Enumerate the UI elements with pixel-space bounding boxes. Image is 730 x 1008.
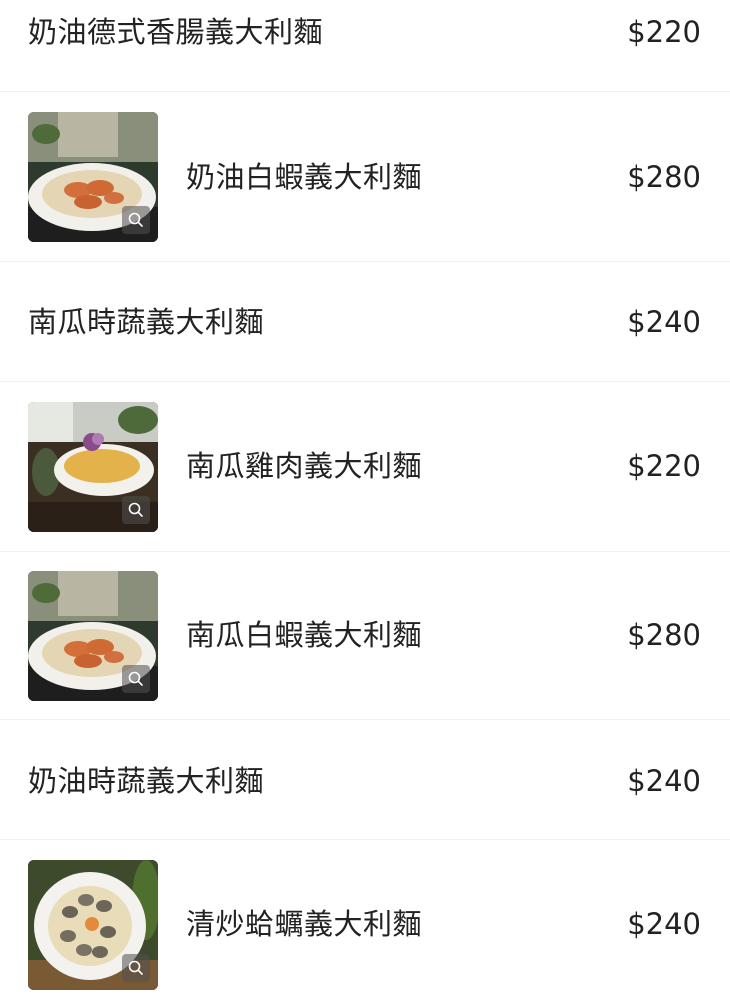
- menu-item-name: 南瓜時蔬義大利麵: [28, 305, 265, 339]
- dish-photo-pumpkin-chicken-pasta[interactable]: [28, 402, 158, 532]
- dish-photo-pumpkin-shrimp-pasta[interactable]: [28, 571, 158, 701]
- menu-item[interactable]: 奶油白蝦義大利麵 $280: [0, 92, 730, 262]
- menu-item-price: $240: [627, 764, 701, 798]
- menu-item-price: $240: [627, 305, 701, 339]
- menu-list: 奶油德式香腸義大利麵 $220 奶油白蝦義大利麵 $280 南瓜時蔬義大利麵 $…: [0, 0, 730, 1008]
- menu-item-name: 奶油白蝦義大利麵: [186, 160, 423, 194]
- zoom-icon[interactable]: [122, 954, 150, 982]
- zoom-icon[interactable]: [122, 496, 150, 524]
- dish-photo-clam-pasta[interactable]: [28, 860, 158, 990]
- zoom-icon[interactable]: [122, 206, 150, 234]
- zoom-icon[interactable]: [122, 665, 150, 693]
- menu-item-name: 南瓜雞肉義大利麵: [186, 449, 423, 483]
- menu-item[interactable]: 南瓜雞肉義大利麵 $220: [0, 382, 730, 552]
- menu-item[interactable]: 南瓜白蝦義大利麵 $280: [0, 552, 730, 720]
- menu-item-price: $280: [627, 160, 701, 194]
- menu-item[interactable]: 清炒蛤蠣義大利麵 $240: [0, 840, 730, 1008]
- menu-item[interactable]: 南瓜時蔬義大利麵 $240: [0, 262, 730, 382]
- menu-item-name: 奶油德式香腸義大利麵: [28, 15, 324, 49]
- menu-item-price: $240: [627, 907, 701, 941]
- dish-photo-shrimp-pasta[interactable]: [28, 112, 158, 242]
- menu-item-name: 南瓜白蝦義大利麵: [186, 618, 423, 652]
- menu-item-name: 清炒蛤蠣義大利麵: [186, 907, 423, 941]
- menu-item-price: $280: [627, 618, 701, 652]
- menu-item-price: $220: [627, 15, 701, 49]
- menu-item[interactable]: 奶油德式香腸義大利麵 $220: [0, 0, 730, 92]
- menu-item[interactable]: 奶油時蔬義大利麵 $240: [0, 720, 730, 840]
- menu-item-name: 奶油時蔬義大利麵: [28, 764, 265, 798]
- menu-item-price: $220: [627, 449, 701, 483]
